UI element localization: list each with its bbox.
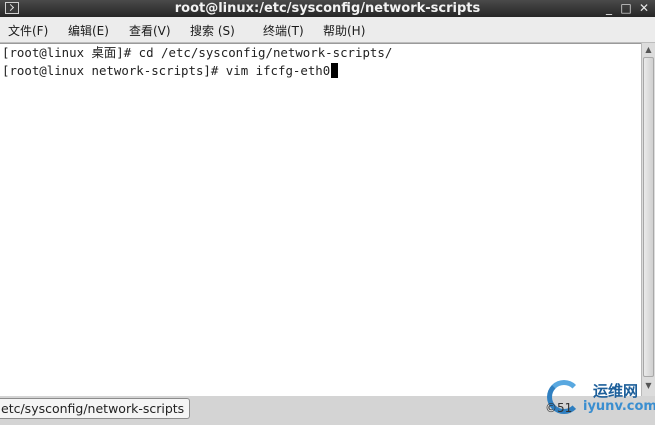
text-cursor — [331, 63, 339, 78]
maximize-button[interactable]: □ — [619, 1, 633, 15]
menu-help[interactable]: 帮助(H) — [323, 22, 365, 39]
menu-view[interactable]: 查看(V) — [129, 22, 171, 39]
menu-edit[interactable]: 编辑(E) — [68, 22, 109, 39]
terminal-line: [root@linux network-scripts]# vim ifcfg-… — [2, 62, 339, 79]
site-watermark: 运维网 ©51 iyunv.com — [545, 376, 655, 425]
close-button[interactable]: ✕ — [637, 1, 651, 15]
terminal-line-text: [root@linux 桌面]# cd /etc/sysconfig/netwo… — [2, 45, 393, 60]
watermark-url: iyunv.com — [583, 399, 655, 414]
vertical-scrollbar[interactable]: ▲ ▼ — [641, 43, 655, 396]
terminal-line-text: [root@linux network-scripts]# vim ifcfg-… — [2, 63, 331, 78]
minimize-button[interactable]: _ — [602, 1, 616, 15]
menu-search[interactable]: 搜索 (S) — [190, 22, 235, 39]
menu-terminal[interactable]: 终端(T) — [263, 22, 304, 39]
terminal-line: [root@linux 桌面]# cd /etc/sysconfig/netwo… — [2, 44, 392, 61]
path-tooltip: etc/sysconfig/network-scripts — [0, 398, 190, 419]
window-title: root@linux:/etc/sysconfig/network-script… — [174, 1, 481, 16]
terminal-screen[interactable]: [root@linux 桌面]# cd /etc/sysconfig/netwo… — [0, 43, 641, 396]
menu-bar: 文件(F) 编辑(E) 查看(V) 搜索 (S) 终端(T) 帮助(H) — [0, 17, 655, 43]
scroll-up-arrow-icon[interactable]: ▲ — [642, 43, 655, 57]
window-titlebar[interactable]: root@linux:/etc/sysconfig/network-script… — [0, 0, 655, 17]
watermark-prefix: ©51 — [545, 401, 573, 415]
watermark-title: 运维网 — [593, 382, 639, 400]
scrollbar-thumb[interactable] — [643, 57, 654, 377]
menu-file[interactable]: 文件(F) — [8, 22, 48, 39]
